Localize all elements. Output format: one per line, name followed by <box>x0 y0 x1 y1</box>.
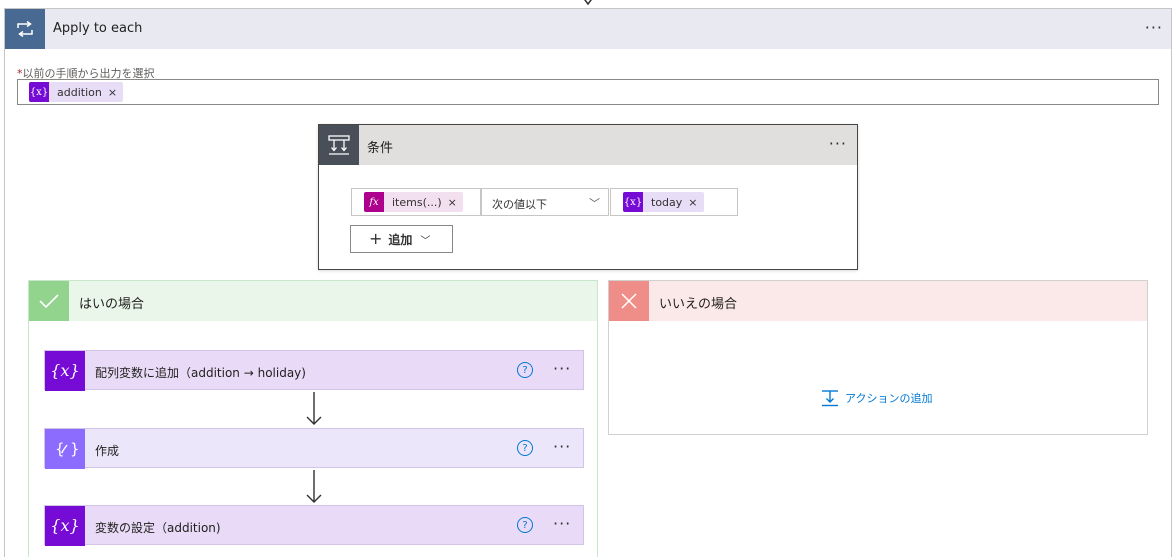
variable-token-icon: {x} <box>623 192 643 212</box>
today-token[interactable]: {x} today × <box>623 192 704 212</box>
condition-icon <box>319 125 359 165</box>
apply-to-each-header[interactable]: Apply to each ··· <box>5 9 1171 49</box>
compose-action[interactable]: { } 作成 ? ··· <box>44 428 584 469</box>
remove-token-icon[interactable]: × <box>448 196 457 209</box>
condition-header[interactable]: 条件 ··· <box>319 125 857 165</box>
add-condition-label: 追加 <box>388 232 413 247</box>
connector-arrow-icon <box>584 0 592 6</box>
svg-text:{x}: {x} <box>50 516 79 535</box>
set-variable-title: 変数の設定（addition) <box>95 521 221 535</box>
add-action-label: アクションの追加 <box>845 392 933 405</box>
help-icon[interactable]: ? <box>517 517 533 533</box>
apply-to-each-title: Apply to each <box>53 21 143 36</box>
select-output-input[interactable]: {x} addition × <box>17 79 1159 105</box>
condition-title: 条件 <box>367 141 394 156</box>
items-token[interactable]: fx items(...) × <box>364 192 463 212</box>
help-icon[interactable]: ? <box>517 440 533 456</box>
svg-text:}: } <box>70 440 80 458</box>
addition-token[interactable]: {x} addition × <box>29 82 124 102</box>
action-more-icon[interactable]: ··· <box>553 516 571 532</box>
apply-to-each-more-icon[interactable]: ··· <box>1145 20 1163 36</box>
close-icon <box>609 281 649 321</box>
condition-left-operand[interactable]: fx items(...) × <box>351 188 481 216</box>
add-action-icon <box>822 390 838 407</box>
addition-token-label: addition <box>57 85 102 99</box>
today-token-label: today <box>651 195 683 209</box>
svg-text:{: { <box>55 440 65 458</box>
connector-arrow-icon <box>306 470 322 503</box>
compose-icon: { } <box>45 429 85 469</box>
condition-operator-select[interactable]: 次の値以下 ﹀ <box>481 188 609 216</box>
add-action-link[interactable]: アクションの追加 <box>821 389 932 407</box>
yes-branch-header[interactable]: はいの場合 <box>29 281 597 321</box>
checkmark-icon <box>29 281 69 321</box>
append-to-array-title: 配列変数に追加（addition → holiday) <box>95 366 306 380</box>
condition-operator-value: 次の値以下 <box>492 198 547 211</box>
expression-token-icon: fx <box>364 192 384 212</box>
svg-text:{x}: {x} <box>50 361 79 380</box>
condition-more-icon[interactable]: ··· <box>829 136 847 152</box>
chevron-down-icon: ﹀ <box>589 197 600 210</box>
no-branch-title: いいえの場合 <box>659 297 738 312</box>
condition-right-operand[interactable]: {x} today × <box>610 188 738 216</box>
variable-icon: {x} <box>45 506 85 546</box>
variable-token-icon: {x} <box>29 82 49 102</box>
loop-icon <box>5 9 45 49</box>
append-to-array-action[interactable]: {x} 配列変数に追加（addition → holiday) ? ··· <box>44 350 584 391</box>
plus-icon: + <box>369 229 383 248</box>
action-more-icon[interactable]: ··· <box>553 361 571 377</box>
chevron-down-icon: ﹀ <box>420 235 431 247</box>
help-icon[interactable]: ? <box>517 362 533 378</box>
remove-token-icon[interactable]: × <box>688 196 697 209</box>
items-token-label: items(...) <box>392 195 442 209</box>
compose-title: 作成 <box>95 444 120 458</box>
remove-token-icon[interactable]: × <box>108 86 117 99</box>
set-variable-action[interactable]: {x} 変数の設定（addition) ? ··· <box>44 505 584 546</box>
yes-branch-title: はいの場合 <box>79 297 145 312</box>
add-condition-button[interactable]: + 追加 ﹀ <box>350 225 453 253</box>
no-branch-header[interactable]: いいえの場合 <box>609 281 1147 321</box>
condition-card: 条件 ··· fx items(...) × 次の値以下 ﹀ {x} today… <box>318 124 858 270</box>
action-more-icon[interactable]: ··· <box>553 439 571 455</box>
connector-arrow-icon <box>306 392 322 425</box>
variable-icon: {x} <box>45 351 85 391</box>
no-branch-card: いいえの場合 アクションの追加 <box>608 280 1148 435</box>
